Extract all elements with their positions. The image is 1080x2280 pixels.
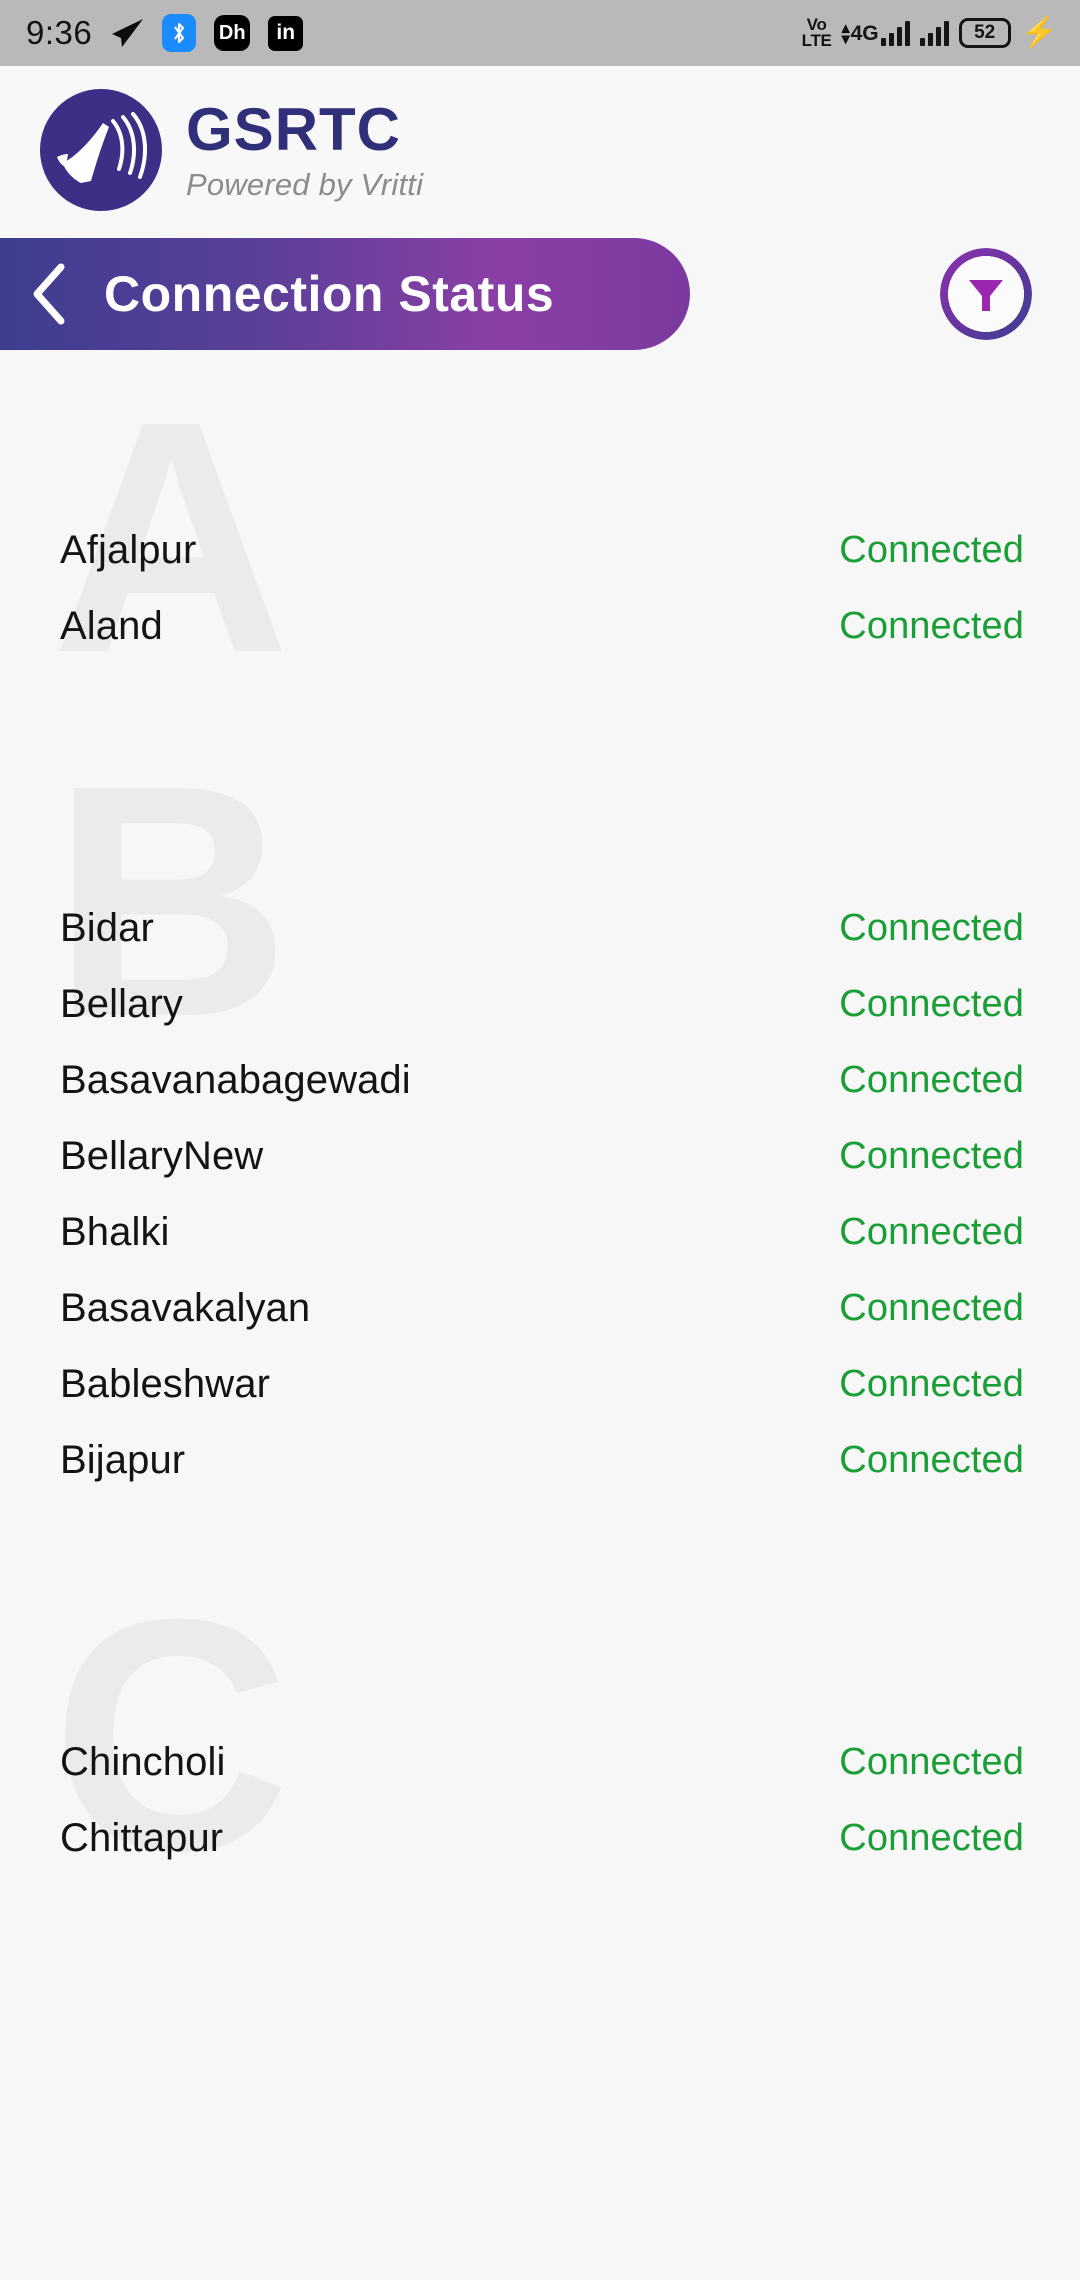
status-bar-left: 9:36 Dh in xyxy=(26,14,304,52)
letter-group-a: A Afjalpur Connected Aland Connected xyxy=(0,354,1080,702)
megaphone-icon xyxy=(57,112,147,183)
station-name: Bableshwar xyxy=(60,1361,271,1406)
data-arrows-icon: ▴ ▾ xyxy=(841,19,850,48)
charging-bolt-icon: ⚡ xyxy=(1020,16,1058,49)
app-logo xyxy=(40,89,162,211)
station-name: Bhalki xyxy=(60,1209,170,1254)
screen-title: Connection Status xyxy=(104,266,555,322)
dh-app-label: Dh xyxy=(218,21,246,44)
status-bar-right: Vo LTE ▴ ▾ 4G 52 ⚡ xyxy=(802,0,1058,66)
status-bar: 9:36 Dh in Vo LTE ▴ ▾ 4G 52 ⚡ xyxy=(0,0,1080,66)
status-badge: Connected xyxy=(839,1286,1024,1329)
linkedin-icon: in xyxy=(268,15,304,51)
status-badge: Connected xyxy=(839,1438,1024,1481)
network-type-icon: ▴ ▾ 4G xyxy=(841,19,910,48)
page-title: GSRTC xyxy=(186,95,401,163)
station-name: Aland xyxy=(60,603,163,648)
station-name: Basavanabagewadi xyxy=(60,1057,411,1102)
back-chevron-icon[interactable] xyxy=(18,262,82,326)
list-item[interactable]: Chincholi Connected xyxy=(0,1724,1080,1800)
station-name: Basavakalyan xyxy=(60,1285,311,1330)
brand-subtitle: Powered by Vritti xyxy=(186,166,424,202)
linkedin-label: in xyxy=(276,21,296,44)
list-item[interactable]: Afjalpur Connected xyxy=(0,512,1080,588)
list-item[interactable]: Aland Connected xyxy=(0,588,1080,664)
screen-title-row: Connection Status xyxy=(0,234,1080,354)
status-badge: Connected xyxy=(839,906,1024,949)
status-badge: Connected xyxy=(839,982,1024,1025)
battery-icon: 52 xyxy=(958,18,1011,48)
station-name: Bidar xyxy=(60,905,154,950)
list-item[interactable]: BellaryNew Connected xyxy=(0,1118,1080,1194)
letter-group-c: C Chincholi Connected Chittapur Connecte… xyxy=(0,1570,1080,1900)
battery-level-label: 52 xyxy=(974,22,996,43)
app-header: GSRTC Powered by Vritti xyxy=(0,66,1080,234)
list-item[interactable]: Chittapur Connected xyxy=(0,1800,1080,1876)
station-name: Afjalpur xyxy=(60,527,197,572)
status-badge: Connected xyxy=(839,1816,1024,1859)
filter-button[interactable] xyxy=(940,248,1032,340)
status-badge: Connected xyxy=(839,1740,1024,1783)
list-item[interactable]: Bidar Connected xyxy=(0,890,1080,966)
station-name: Bellary xyxy=(60,981,183,1026)
list-item[interactable]: Bijapur Connected xyxy=(0,1422,1080,1498)
letter-group-b: B Bidar Connected Bellary Connected Basa… xyxy=(0,736,1080,1498)
bluetooth-icon xyxy=(162,14,197,52)
list-item[interactable]: Basavakalyan Connected xyxy=(0,1270,1080,1346)
status-badge: Connected xyxy=(839,1362,1024,1405)
connection-status-list[interactable]: A Afjalpur Connected Aland Connected B B… xyxy=(0,354,1080,1900)
status-badge: Connected xyxy=(839,528,1024,571)
station-name: Bijapur xyxy=(60,1437,186,1482)
signal-bars-sim2-icon xyxy=(919,20,949,46)
volte-line-2: LTE xyxy=(801,31,832,50)
dh-app-icon: Dh xyxy=(214,15,251,51)
status-time: 9:36 xyxy=(26,14,93,51)
screen-title-pill: Connection Status xyxy=(0,238,690,350)
list-item[interactable]: Bellary Connected xyxy=(0,966,1080,1042)
funnel-filter-icon xyxy=(969,280,1003,311)
station-name: Chincholi xyxy=(60,1739,226,1784)
signal-bars-sim1-icon xyxy=(880,20,910,46)
status-badge: Connected xyxy=(839,1210,1024,1253)
brand-block: GSRTC Powered by Vritti xyxy=(186,98,423,203)
list-item[interactable]: Bhalki Connected xyxy=(0,1194,1080,1270)
volte-icon: Vo LTE xyxy=(801,17,832,50)
list-item[interactable]: Basavanabagewadi Connected xyxy=(0,1042,1080,1118)
status-badge: Connected xyxy=(839,1058,1024,1101)
station-name: Chittapur xyxy=(60,1815,224,1860)
network-type-label: 4G xyxy=(850,22,879,45)
station-name: BellaryNew xyxy=(60,1133,264,1178)
list-item[interactable]: Bableshwar Connected xyxy=(0,1346,1080,1422)
telegram-icon xyxy=(110,18,144,48)
status-badge: Connected xyxy=(839,1134,1024,1177)
status-badge: Connected xyxy=(839,604,1024,647)
